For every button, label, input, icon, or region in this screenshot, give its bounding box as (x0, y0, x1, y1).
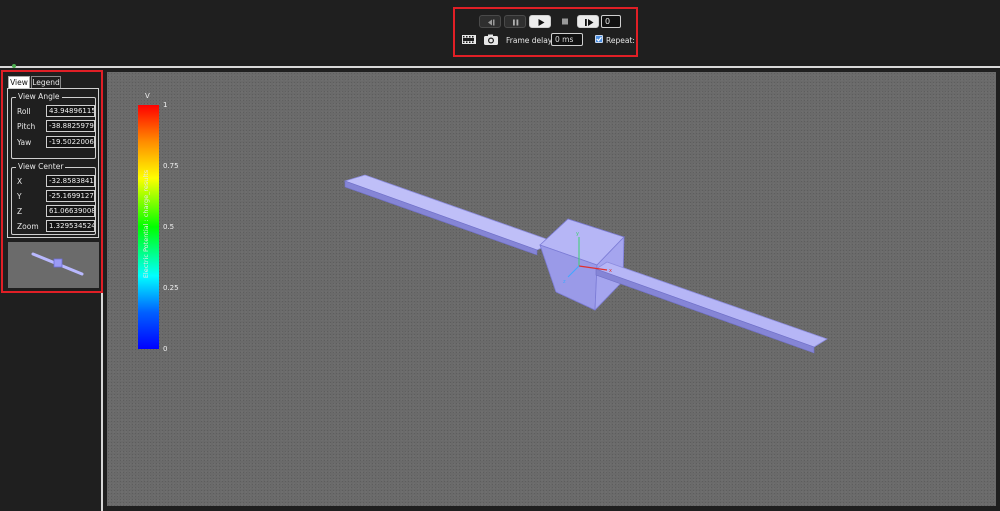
pause-button[interactable] (504, 15, 526, 28)
play-button[interactable] (529, 15, 551, 28)
svg-text:y: y (576, 231, 579, 237)
model-thumbnail[interactable] (8, 242, 99, 288)
x-label: X (17, 177, 23, 186)
film-strip-icon[interactable] (461, 33, 477, 46)
stop-button[interactable] (554, 15, 576, 28)
step-forward-icon (585, 19, 594, 26)
repeat-label: Repeat: (606, 36, 635, 45)
view-center-group: View Center X -32.858384102 Y -25.169912… (11, 162, 96, 235)
roll-label: Roll (17, 107, 31, 116)
y-label: Y (17, 192, 22, 201)
step-back-button[interactable] (479, 15, 501, 28)
zoom-label: Zoom (17, 222, 39, 231)
x-input[interactable]: -32.858384102 (46, 175, 95, 187)
view-angle-group: View Angle Roll 43.9489611534 Pitch -38.… (11, 92, 96, 159)
stop-icon (562, 18, 568, 25)
status-indicator (12, 64, 16, 68)
svg-text:x: x (609, 268, 612, 274)
step-back-icon (488, 19, 495, 26)
z-label: Z (17, 207, 23, 216)
check-icon (596, 36, 602, 42)
roll-input[interactable]: 43.9489611534 (46, 105, 95, 117)
tab-view[interactable]: View (8, 76, 30, 88)
play-icon (538, 19, 545, 26)
repeat-checkbox[interactable] (595, 35, 603, 43)
yaw-label: Yaw (17, 138, 32, 147)
yaw-input[interactable]: -19.502200675 (46, 136, 95, 148)
tab-legend[interactable]: Legend (31, 76, 61, 88)
right-beam-top (595, 261, 828, 348)
top-divider (0, 66, 1000, 68)
3d-viewport[interactable]: V 1 0.75 0.5 0.25 0 Electric Potential :… (107, 72, 996, 506)
view-center-title: View Center (16, 162, 66, 171)
pitch-input[interactable]: -38.882597967 (46, 120, 95, 132)
svg-text:z: z (563, 279, 566, 285)
frame-number-input[interactable]: 0 (601, 15, 621, 28)
z-input[interactable]: 61.0663900813 (46, 205, 95, 217)
pitch-label: Pitch (17, 122, 36, 131)
thumbnail-model-icon (31, 252, 84, 276)
pause-icon (513, 19, 519, 26)
camera-icon[interactable] (483, 33, 499, 46)
view-angle-title: View Angle (16, 92, 62, 101)
left-beam-side (344, 180, 538, 256)
3d-model[interactable]: y x z (107, 72, 996, 506)
y-input[interactable]: -25.169912763 (46, 190, 95, 202)
frame-delay-input[interactable]: 0 ms (551, 33, 583, 46)
frame-delay-label: Frame delay: (506, 36, 555, 45)
left-beam-top (343, 174, 557, 251)
view-tab-content: View Angle Roll 43.9489611534 Pitch -38.… (7, 88, 99, 238)
view-properties-panel: View Legend View Angle Roll 43.948961153… (1, 70, 103, 293)
zoom-input[interactable]: 1.32953452493 (46, 220, 95, 232)
step-forward-button[interactable] (577, 15, 599, 28)
playback-toolbar: 0 Frame delay: 0 ms Repeat: (453, 7, 638, 57)
right-beam-side (595, 268, 815, 354)
